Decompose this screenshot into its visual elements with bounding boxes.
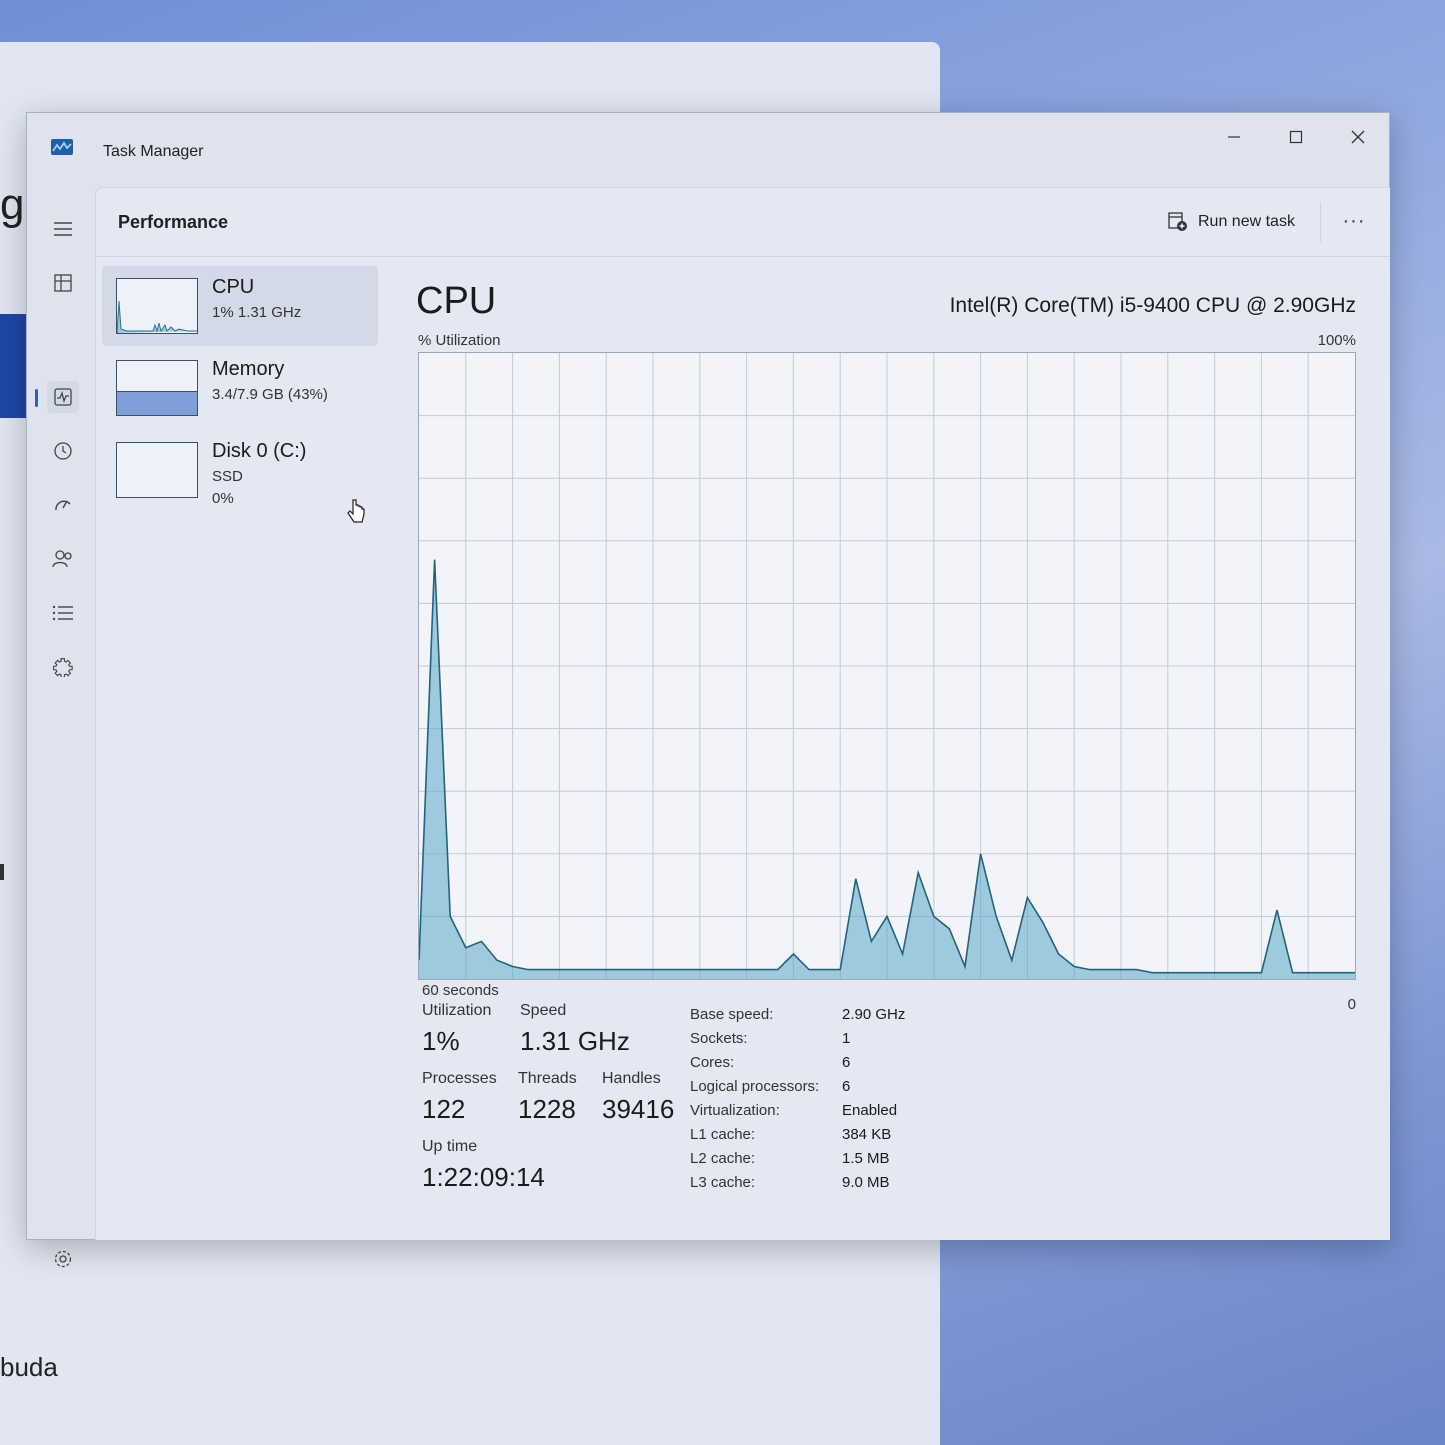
run-new-task-button[interactable]: Run new task <box>1168 208 1295 236</box>
performance-icon <box>54 388 72 406</box>
graph-x-left-label: 60 seconds <box>422 982 499 999</box>
background-mark <box>0 864 4 880</box>
close-icon <box>1351 130 1365 144</box>
minimize-button[interactable] <box>1209 119 1259 155</box>
cpu-mini-graph <box>116 278 198 334</box>
processes-label: Processes <box>422 1070 497 1087</box>
maximize-icon <box>1289 130 1303 144</box>
nav-services[interactable] <box>47 651 79 683</box>
speed-label: Speed <box>520 1002 567 1019</box>
cpu-utilization-graph <box>418 352 1356 980</box>
device-summary-memory: 3.4/7.9 GB (43%) <box>212 386 328 403</box>
spec-base-speed-value: 2.90 GHz <box>842 1006 906 1023</box>
task-manager-window: Task Manager Performance Run new task ··… <box>26 112 1390 1268</box>
spec-l1-cache-label: L1 cache: <box>690 1126 756 1143</box>
more-options-icon: ··· <box>1342 209 1366 232</box>
window-title: Task Manager <box>103 143 204 160</box>
memory-mini-graph <box>116 360 198 416</box>
device-name-disk: Disk 0 (C:) <box>212 440 307 462</box>
spec-l2-cache-label: L2 cache: <box>690 1150 756 1167</box>
title-bar[interactable]: Task Manager <box>27 113 1389 185</box>
threads-value: 1228 <box>518 1094 576 1124</box>
spec-l2-cache-value: 1.5 MB <box>842 1150 890 1167</box>
nav-startup-apps[interactable] <box>47 489 79 521</box>
startup-apps-icon <box>55 500 71 511</box>
nav-details[interactable] <box>47 597 79 629</box>
page-header: Performance Run new task ··· <box>96 188 1390 257</box>
graph-y-label: % Utilization <box>418 332 501 349</box>
hamburger-icon <box>54 222 72 236</box>
spec-cores-value: 6 <box>842 1054 851 1071</box>
performance-page: Performance Run new task ··· CPU 1% 1.31… <box>95 187 1390 1240</box>
selected-nav-indicator <box>35 389 38 407</box>
spec-virtualization-value: Enabled <box>842 1102 898 1119</box>
nav-app-history[interactable] <box>47 435 79 467</box>
uptime-label: Up time <box>422 1138 478 1155</box>
device-item-disk[interactable]: Disk 0 (C:) SSD 0% <box>102 430 378 510</box>
hand-cursor-icon <box>347 499 365 523</box>
handles-label: Handles <box>602 1070 661 1087</box>
maximize-button[interactable] <box>1271 119 1321 155</box>
app-history-icon <box>54 442 72 460</box>
utilization-label: Utilization <box>422 1002 492 1019</box>
spec-l3-cache-value: 9.0 MB <box>842 1174 890 1191</box>
task-manager-app-icon <box>51 139 73 155</box>
device-summary-cpu: 1% 1.31 GHz <box>212 304 302 321</box>
services-icon <box>53 658 73 677</box>
nav-processes[interactable] <box>47 267 79 299</box>
device-item-memory[interactable]: Memory 3.4/7.9 GB (43%) <box>102 348 378 428</box>
nav-performance[interactable] <box>47 381 79 413</box>
device-type-disk: SSD <box>212 468 243 485</box>
cpu-model-name: Intel(R) Core(TM) i5-9400 CPU @ 2.90GHz <box>949 294 1356 317</box>
utilization-value: 1% <box>422 1026 460 1056</box>
threads-label: Threads <box>518 1070 577 1087</box>
header-divider <box>1320 202 1321 242</box>
background-partial-text: buda <box>0 1352 58 1382</box>
settings-button[interactable] <box>47 1243 79 1275</box>
hamburger-menu-button[interactable] <box>47 213 79 245</box>
device-summary-disk: 0% <box>212 490 234 507</box>
disk-mini-graph <box>116 442 198 498</box>
processes-value: 122 <box>422 1094 466 1124</box>
close-button[interactable] <box>1333 119 1383 155</box>
spec-l3-cache-label: L3 cache: <box>690 1174 756 1191</box>
spec-logical-processors-value: 6 <box>842 1078 851 1095</box>
uptime-value: 1:22:09:14 <box>422 1162 545 1192</box>
speed-value: 1.31 GHz <box>520 1026 630 1056</box>
details-icon <box>52 605 73 621</box>
run-task-icon <box>1168 212 1187 231</box>
spec-virtualization-label: Virtualization: <box>690 1102 780 1119</box>
gear-icon <box>54 1250 72 1268</box>
spec-sockets-label: Sockets: <box>690 1030 748 1047</box>
nav-users[interactable] <box>47 543 79 575</box>
run-new-task-label: Run new task <box>1198 213 1295 230</box>
spec-l1-cache-value: 384 KB <box>842 1126 892 1143</box>
spec-sockets-value: 1 <box>842 1030 851 1047</box>
device-name-cpu: CPU <box>212 276 255 298</box>
users-icon <box>52 550 72 568</box>
spec-logical-processors-label: Logical processors: <box>690 1078 820 1095</box>
minimize-icon <box>1228 136 1240 138</box>
graph-x-right-label: 0 <box>1347 996 1356 1013</box>
cpu-utilization-chart <box>419 353 1355 979</box>
processes-icon <box>54 274 72 292</box>
handles-value: 39416 <box>602 1094 675 1124</box>
page-title: Performance <box>118 212 229 232</box>
detail-title: CPU <box>416 280 497 322</box>
memory-usage-fill <box>117 390 197 415</box>
device-item-cpu[interactable]: CPU 1% 1.31 GHz <box>102 266 378 346</box>
graph-y-max-label: 100% <box>1317 332 1356 349</box>
more-options-button[interactable]: ··· <box>1336 206 1372 236</box>
navigation-rail <box>27 185 97 1268</box>
spec-cores-label: Cores: <box>690 1054 735 1071</box>
spec-base-speed-label: Base speed: <box>690 1006 774 1023</box>
device-name-memory: Memory <box>212 358 285 380</box>
